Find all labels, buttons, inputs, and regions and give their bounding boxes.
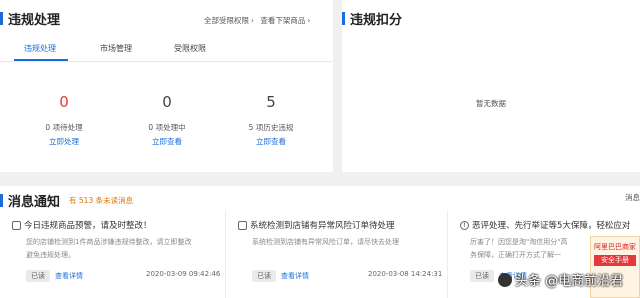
document-icon <box>12 220 21 230</box>
notice-card[interactable]: 今日违规商品预警，请及时整改！ 您的店铺检测到1件商品涉嫌违规待整改，请立即整改… <box>0 210 226 298</box>
notice-card-title: 今日违规商品预警，请及时整改！ <box>12 219 152 231</box>
notice-title: 消息通知有 513 条未读消息 <box>0 191 133 210</box>
notice-date: 2020-03-08 14:24:31 <box>368 270 443 278</box>
notice-desc-line: 您的店铺检测到1件商品涉嫌违规待整改，请立即整改 <box>26 238 192 246</box>
watermark-text: 头条 @电商前沿君 <box>515 274 624 289</box>
title-accent-bar <box>342 12 345 25</box>
stat-processing: 0 0 项处理中 立即查看 <box>132 92 202 147</box>
document-icon <box>238 220 247 230</box>
notice-desc-line: 务保障，正确打开方式了解一 <box>470 251 561 259</box>
tab-market[interactable]: 市场管理 <box>100 43 132 54</box>
notice-card-title: 系统检测到店铺有异常风险订单待处理 <box>238 219 395 231</box>
toutiao-logo-icon <box>498 272 512 287</box>
stat-pending: 0 0 项待处理 立即处理 <box>29 92 99 147</box>
empty-state-text: 暂无数据 <box>476 99 506 108</box>
stat-pending-label: 0 项待处理 <box>45 123 83 132</box>
notice-card[interactable]: 系统检测到店铺有异常风险订单待处理 系统检测到店铺有异常风险订单，请尽快去处理 … <box>226 210 448 298</box>
unread-count: 有 513 条未读消息 <box>69 196 134 205</box>
info-icon: ! <box>460 220 469 230</box>
read-badge: 已读 <box>470 270 494 282</box>
stat-history-link[interactable]: 立即查看 <box>236 136 306 147</box>
notice-card-title-text: 恶评处理、先行举证等5大保障，轻松应对 <box>472 221 631 231</box>
tab-violation[interactable]: 违规处理 <box>24 43 56 54</box>
tab-restricted[interactable]: 受限权限 <box>174 43 206 54</box>
stat-history-label: 5 项历史违规 <box>248 123 294 132</box>
watermark: 头条 @电商前沿君 <box>498 270 623 289</box>
title-accent-bar <box>0 194 3 207</box>
stat-processing-link[interactable]: 立即查看 <box>132 136 202 147</box>
chevron-right-icon: › <box>251 16 254 25</box>
violation-title-text: 违规处理 <box>8 13 61 28</box>
notice-card-title: ! 恶评处理、先行举证等5大保障，轻松应对 <box>460 219 630 231</box>
stat-history: 5 5 项历史违规 立即查看 <box>236 92 306 147</box>
notice-title-text: 消息通知 <box>8 195 61 210</box>
violation-tabs: 违规处理 市场管理 受限权限 <box>0 38 333 62</box>
notice-desc-line: 系统检测到店铺有异常风险订单，请尽快去处理 <box>252 238 399 246</box>
view-detail-link[interactable]: 查看详情 <box>281 271 309 281</box>
chevron-right-icon: › <box>307 16 311 25</box>
deduction-title: 违规扣分 <box>342 9 402 28</box>
notice-card-desc: 系统检测到店铺有异常风险订单，请尽快去处理 <box>252 236 399 249</box>
read-badge: 已读 <box>252 270 276 282</box>
stat-processing-label: 0 项处理中 <box>148 123 186 132</box>
notice-card-footer: 已读 查看详情 <box>26 270 83 282</box>
stat-pending-value: 0 <box>59 93 69 111</box>
all-restricted-link[interactable]: 全部受限权限 <box>204 15 249 26</box>
violation-panel: 违规处理 全部受限权限 › 查看下架商品 › 违规处理 市场管理 受限权限 0 0 … <box>0 0 333 172</box>
stat-history-value: 5 <box>266 93 276 111</box>
notice-card-desc: 您的店铺检测到1件商品涉嫌违规待整改，请立即整改 避免违规处理。 <box>26 236 191 262</box>
notice-card-desc: 厉害了！因您是淘"淘信用分"高 务保障，正确打开方式了解一 <box>470 236 567 262</box>
notice-card-footer: 已读 查看详情 <box>252 270 309 282</box>
ad-line-1: 阿里巴巴商家 <box>594 243 636 251</box>
notice-card-title-text: 系统检测到店铺有异常风险订单待处理 <box>250 221 395 231</box>
notice-header: 消息通知有 513 条未读消息 消息 <box>0 186 640 210</box>
more-notices-link[interactable]: 消息 <box>625 192 640 203</box>
removed-products-link[interactable]: 查看下架商品 <box>260 15 305 26</box>
read-badge: 已读 <box>26 270 50 282</box>
ad-line-2: 安全手册 <box>594 255 636 266</box>
deduction-panel: 违规扣分 暂无数据 <box>342 0 640 172</box>
stat-pending-link[interactable]: 立即处理 <box>29 136 99 147</box>
stat-processing-value: 0 <box>162 93 172 111</box>
deduction-title-text: 违规扣分 <box>350 13 403 28</box>
active-tab-indicator <box>14 59 68 61</box>
violation-title: 违规处理 <box>0 9 60 28</box>
violation-links: 全部受限权限 › 查看下架商品 › <box>204 15 310 26</box>
notice-card-title-text: 今日违规商品预警，请及时整改！ <box>24 221 152 231</box>
title-accent-bar <box>0 12 3 25</box>
notice-desc-line: 厉害了！因您是淘"淘信用分"高 <box>470 238 568 246</box>
notice-date: 2020-03-09 09:42:46 <box>146 270 221 278</box>
notice-desc-line: 避免违规处理。 <box>26 251 75 259</box>
view-detail-link[interactable]: 查看详情 <box>55 271 83 281</box>
